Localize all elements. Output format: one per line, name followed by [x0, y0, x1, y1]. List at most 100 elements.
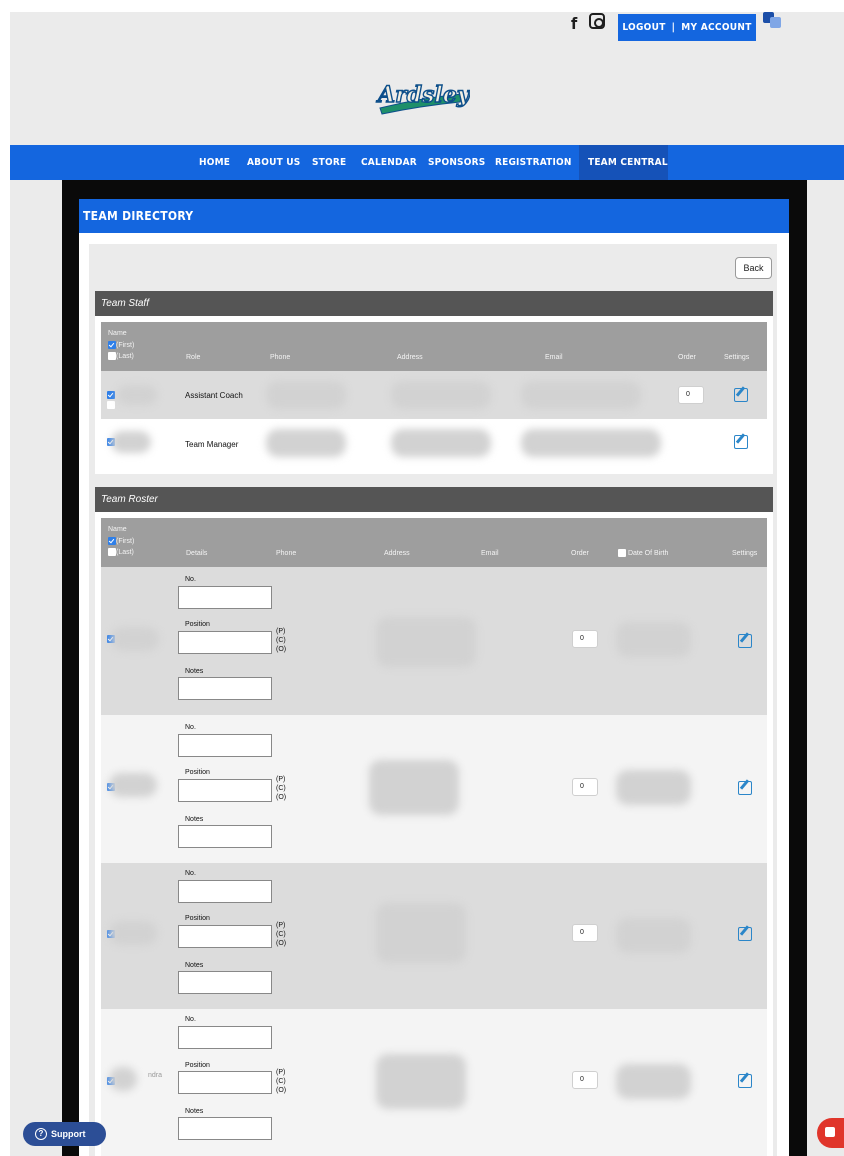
other-code: (O)	[276, 646, 287, 653]
other-code: (O)	[276, 940, 287, 947]
edit-icon[interactable]	[738, 634, 752, 648]
nav-calendar[interactable]: CALENDAR	[361, 145, 417, 180]
redacted-address	[391, 429, 491, 457]
other-code: (O)	[276, 794, 287, 801]
number-label: No.	[185, 870, 196, 877]
position-label: Position	[185, 915, 210, 922]
page-gutter-left	[10, 180, 62, 1156]
number-field[interactable]	[178, 1026, 272, 1049]
number-field[interactable]	[178, 880, 272, 903]
notes-field[interactable]	[178, 677, 272, 700]
number-field[interactable]	[178, 586, 272, 609]
redacted-dob	[616, 770, 691, 805]
facebook-icon[interactable]: f	[571, 14, 577, 33]
order-input[interactable]: 0	[572, 1071, 598, 1089]
edit-icon[interactable]	[738, 781, 752, 795]
staff-header-email: Email	[545, 354, 563, 361]
notes-label: Notes	[185, 962, 204, 969]
nav-store[interactable]: STORE	[312, 145, 346, 180]
catcher-code: (C)	[276, 931, 286, 938]
roster-row: No. Position (P) (C) (O) Notes 0	[101, 715, 767, 863]
position-field[interactable]	[178, 631, 272, 654]
notes-label: Notes	[185, 668, 204, 675]
nav-about-us[interactable]: ABOUT US	[247, 145, 300, 180]
order-input[interactable]: 0	[572, 630, 598, 648]
nav-sponsors[interactable]: SPONSORS	[428, 145, 485, 180]
last-name-sort-checkbox[interactable]	[108, 352, 116, 360]
staff-select-last	[107, 396, 115, 414]
translate-icon[interactable]	[763, 12, 781, 28]
pitcher-code: (P)	[276, 628, 286, 635]
nav-registration[interactable]: REGISTRATION	[495, 145, 572, 180]
redacted-dob	[616, 622, 691, 657]
number-field[interactable]	[178, 734, 272, 757]
staff-table-header: Name (First) (Last) Role Phone Address E…	[101, 322, 767, 371]
nav-team-central[interactable]: TEAM CENTRAL	[579, 145, 668, 180]
order-input[interactable]: 0	[572, 778, 598, 796]
pitcher-code: (P)	[276, 922, 286, 929]
redacted-email	[521, 381, 641, 409]
chat-launcher-icon[interactable]	[817, 1118, 844, 1148]
first-name-sort-checkbox[interactable]	[108, 537, 116, 545]
roster-header-dob: Date Of Birth	[618, 549, 668, 557]
staff-header-address: Address	[397, 354, 423, 361]
notes-field[interactable]	[178, 825, 272, 848]
instagram-icon[interactable]	[589, 13, 605, 29]
dob-checkbox[interactable]	[618, 549, 626, 557]
redacted-phone	[266, 381, 346, 409]
catcher-code: (C)	[276, 785, 286, 792]
first-name-sort-checkbox[interactable]	[108, 341, 116, 349]
account-bar: LOGOUT | MY ACCOUNT	[618, 14, 756, 41]
edit-icon[interactable]	[738, 1074, 752, 1088]
redacted-dob	[616, 918, 691, 953]
staff-header-first: (First)	[108, 341, 134, 349]
dob-label: Date Of Birth	[627, 549, 669, 557]
edit-icon[interactable]	[734, 388, 748, 402]
redacted-name	[117, 385, 157, 405]
redacted-name	[111, 627, 159, 651]
notes-label: Notes	[185, 816, 204, 823]
my-account-link[interactable]: MY ACCOUNT	[681, 22, 751, 33]
staff-header-role: Role	[186, 354, 201, 361]
roster-header-settings: Settings	[732, 550, 758, 557]
redacted-name	[109, 921, 157, 945]
position-codes: (P) (C) (O)	[276, 1068, 286, 1095]
ardsley-logo[interactable]: Ardsley	[370, 72, 470, 122]
nav-home[interactable]: HOME	[199, 145, 230, 180]
position-codes: (P) (C) (O)	[276, 775, 286, 802]
main-nav: HOME ABOUT US STORE CALENDAR SPONSORS RE…	[10, 145, 844, 180]
back-button[interactable]: Back	[735, 257, 772, 279]
roster-header-phone: Phone	[276, 550, 297, 557]
staff-checkbox-last[interactable]	[107, 400, 115, 409]
team-staff-heading: Team Staff	[95, 291, 773, 316]
roster-header-name: Name	[108, 526, 127, 533]
position-field[interactable]	[178, 779, 272, 802]
last-label: (Last)	[116, 352, 134, 360]
redacted-phone	[266, 429, 346, 457]
redacted-name	[111, 431, 151, 453]
last-name-sort-checkbox[interactable]	[108, 548, 116, 556]
redacted-address	[376, 903, 466, 963]
position-field[interactable]	[178, 1071, 272, 1094]
redacted-name	[109, 1067, 137, 1091]
staff-header-settings: Settings	[724, 354, 750, 361]
staff-header-order: Order	[678, 354, 696, 361]
notes-field[interactable]	[178, 1117, 272, 1140]
redacted-email	[521, 429, 661, 457]
position-field[interactable]	[178, 925, 272, 948]
logout-link[interactable]: LOGOUT	[622, 22, 665, 33]
edit-icon[interactable]	[738, 927, 752, 941]
roster-row: No. Position (P) (C) (O) Notes 0	[101, 863, 767, 1009]
redacted-address	[376, 617, 476, 667]
number-label: No.	[185, 1016, 196, 1023]
roster-row: No. Position (P) (C) (O) Notes 0	[101, 567, 767, 715]
staff-row: Team Manager	[101, 419, 767, 467]
notes-field[interactable]	[178, 971, 272, 994]
roster-header-email: Email	[481, 550, 499, 557]
staff-order-input[interactable]: 0	[678, 386, 704, 404]
edit-icon[interactable]	[734, 435, 748, 449]
number-label: No.	[185, 724, 196, 731]
redacted-name	[109, 773, 157, 797]
order-input[interactable]: 0	[572, 924, 598, 942]
pitcher-code: (P)	[276, 1069, 286, 1076]
